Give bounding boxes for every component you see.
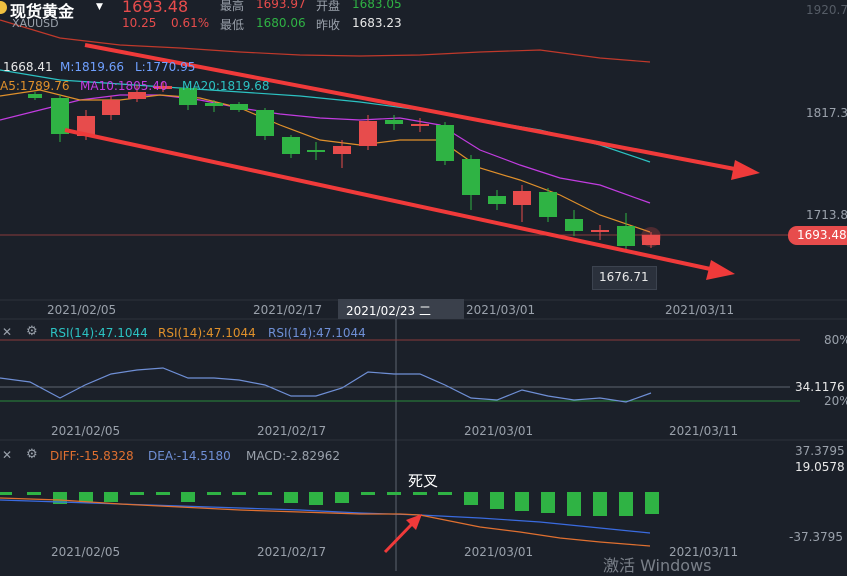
- date-label: 2021/03/01: [464, 424, 534, 438]
- high-value: 1693.97: [256, 0, 306, 11]
- macd-diff-legend: DIFF:-15.8328: [50, 449, 134, 463]
- macd-macd-legend: MACD:-2.82962: [246, 449, 340, 463]
- macd-axis-value: 19.0578: [795, 460, 845, 474]
- low-price-marker-text: 1676.71: [599, 270, 649, 284]
- price-axis-label: 1920.7: [806, 3, 847, 17]
- macd-axis-top: 37.3795: [795, 444, 845, 458]
- date-label: 2021/02/17: [253, 303, 323, 317]
- ma5-value: A5:1789.76: [0, 79, 70, 93]
- chevron-down-icon[interactable]: ▼: [96, 2, 103, 12]
- date-label: 2021/03/01: [464, 545, 534, 559]
- date-label: 2021/02/17: [257, 424, 327, 438]
- death-cross-label: 死叉: [408, 472, 439, 490]
- gear-icon[interactable]: ⚙: [26, 324, 38, 339]
- symbol-code: XAUUSD: [12, 17, 59, 30]
- date-label: 2021/02/05: [47, 303, 117, 317]
- price-change-pct: 0.61%: [171, 16, 210, 30]
- open-label: 开盘: [316, 0, 341, 13]
- death-cross-arrow: [383, 514, 422, 554]
- candles: [28, 82, 661, 250]
- rsi-legend-1: RSI(14):47.1044: [50, 326, 148, 340]
- rsi-line: [0, 367, 652, 403]
- trend-channel-lower-arrow: [64, 128, 735, 280]
- prev-close-label: 昨收: [316, 18, 341, 32]
- date-label: 2021/02/05: [51, 424, 121, 438]
- rsi-value-label: 34.1176: [795, 380, 845, 394]
- rsi-legend-3: RSI(14):47.1044: [268, 326, 366, 340]
- close-icon[interactable]: ✕: [2, 448, 12, 462]
- date-label: 2021/03/11: [669, 424, 739, 438]
- close-icon[interactable]: ✕: [2, 325, 12, 339]
- date-label: 2021/02/05: [51, 545, 121, 559]
- current-price-tag-text: 1693.48: [797, 228, 847, 242]
- price-change: 10.25: [122, 16, 157, 30]
- gear-icon[interactable]: ⚙: [26, 447, 38, 462]
- ma20-value: MA20:1819.68: [182, 79, 270, 93]
- high-label: 最高: [220, 0, 245, 13]
- rsi-legend-2: RSI(14):47.1044: [158, 326, 256, 340]
- ma-t-value: 1668.41: [3, 60, 53, 74]
- date-label: 2021/02/17: [257, 545, 327, 559]
- date-label: 2021/03/01: [466, 303, 536, 317]
- last-price: 1693.48: [122, 0, 189, 16]
- ma-m-value: M:1819.66: [60, 60, 125, 74]
- ma10-value: MA10:1805.40: [80, 79, 168, 93]
- macd-dea-legend: DEA:-14.5180: [148, 449, 231, 463]
- ma-l-value: L:1770.95: [135, 60, 196, 74]
- crosshair-date-text: 2021/02/23 二: [346, 304, 431, 318]
- macd-axis-bottom: -37.3795: [789, 530, 843, 544]
- low-value: 1680.06: [256, 16, 306, 30]
- prev-close-value: 1683.23: [352, 16, 402, 30]
- price-axis-label: 1713.8: [806, 208, 847, 222]
- date-label: 2021/03/11: [665, 303, 735, 317]
- rsi-20-label: 20%: [824, 394, 847, 408]
- windows-activation-watermark: 激活 Windows: [603, 556, 712, 575]
- open-value: 1683.05: [352, 0, 402, 11]
- low-label: 最低: [220, 18, 245, 32]
- rsi-80-label: 80%: [824, 333, 847, 347]
- price-axis-label: 1817.3: [806, 106, 847, 120]
